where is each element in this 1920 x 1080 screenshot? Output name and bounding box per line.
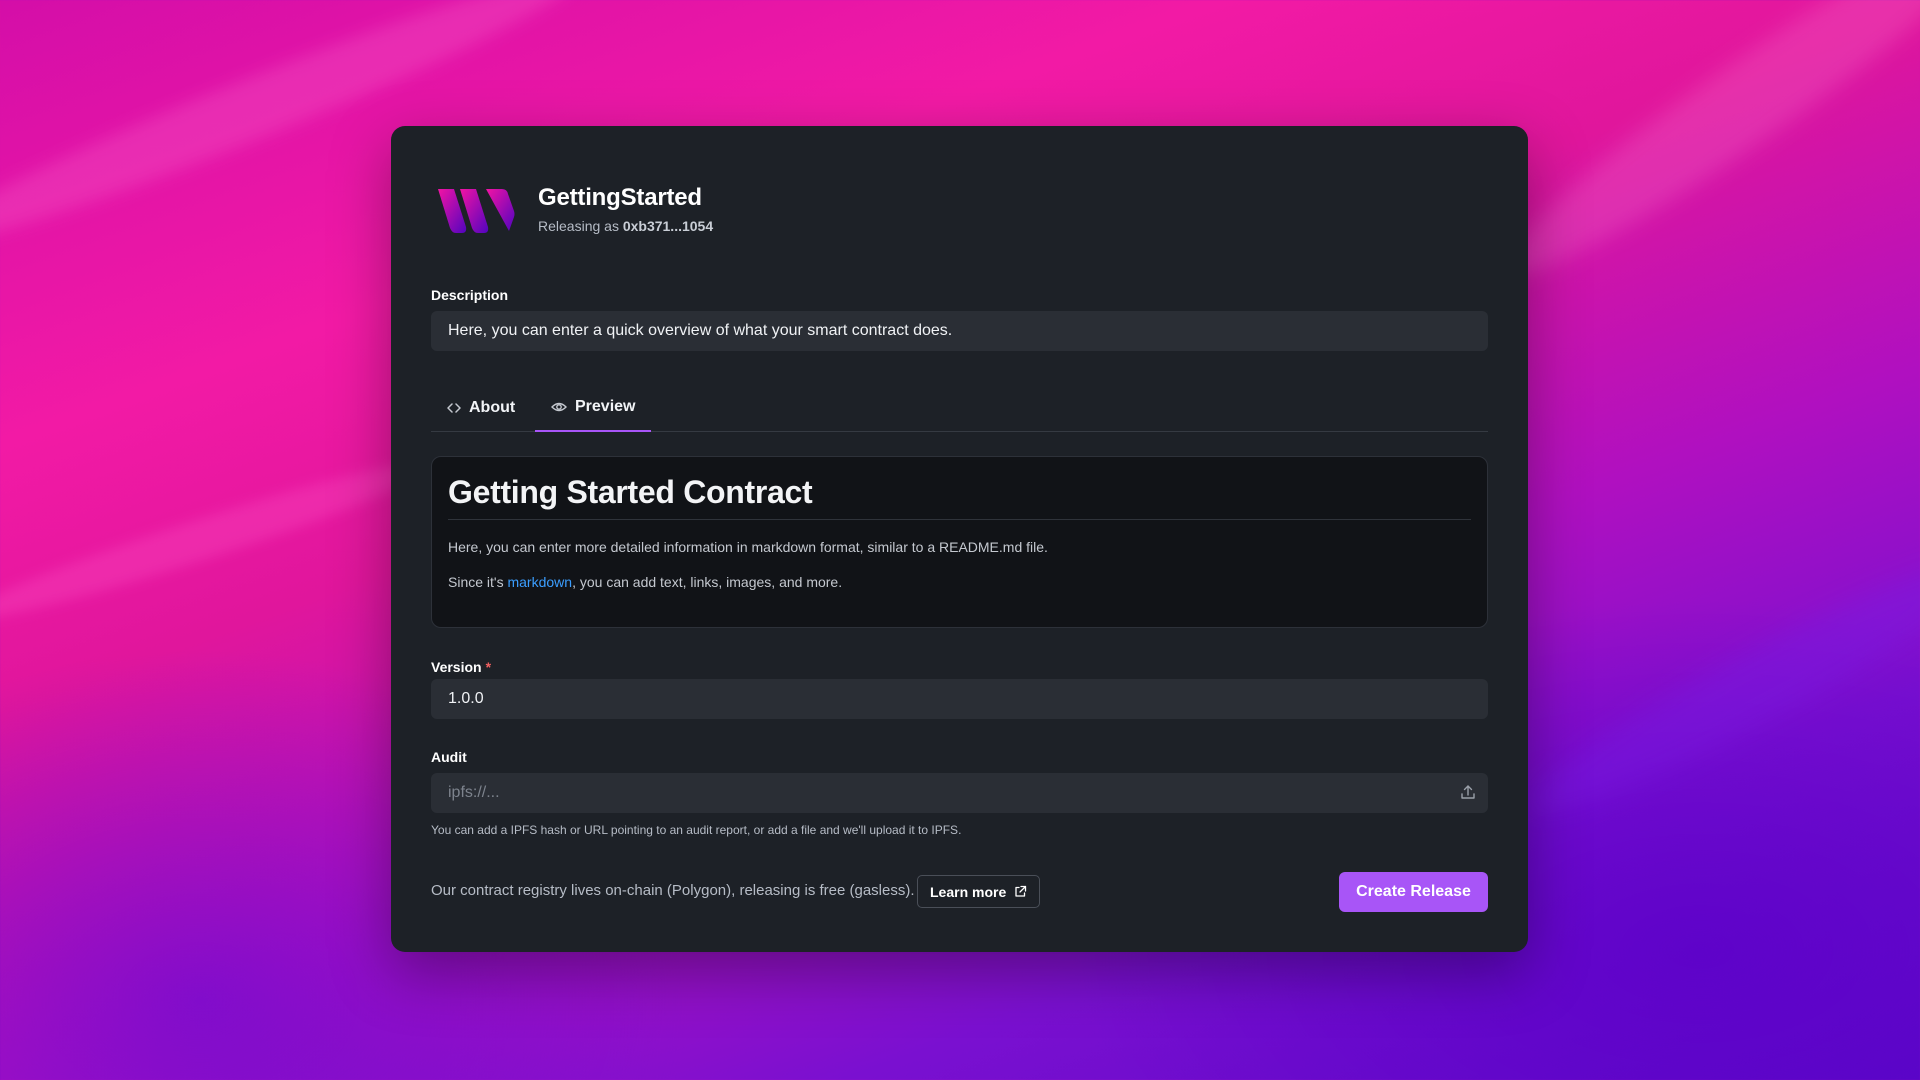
description-label: Description [431,287,509,303]
version-label: Version * [431,659,491,675]
eye-icon [551,402,567,412]
tab-preview-label: Preview [575,398,636,415]
preview-paragraph-1: Here, you can enter more detailed inform… [448,539,1048,555]
audit-label: Audit [431,749,467,765]
releasing-as: Releasing as 0xb371...1054 [538,218,713,234]
version-label-text: Version [431,659,482,675]
background-streak [0,443,444,637]
audit-input[interactable]: ipfs://... [431,773,1488,813]
registry-info-text: Our contract registry lives on-chain (Po… [431,882,915,899]
code-icon [447,403,461,413]
required-marker: * [485,659,492,675]
version-input[interactable]: 1.0.0 [431,679,1488,719]
audit-hint: You can add a IPFS hash or URL pointing … [431,823,962,837]
background-streak [1481,0,1920,305]
tab-bar: About Preview [431,384,1488,432]
tab-about[interactable]: About [431,384,531,432]
audit-placeholder: ipfs://... [448,784,500,801]
thirdweb-logo-icon [438,189,515,233]
upload-icon[interactable] [1460,784,1476,800]
markdown-preview: Getting Started Contract Here, you can e… [431,456,1488,628]
release-card: GettingStarted Releasing as 0xb371...105… [391,126,1528,952]
preview-text-before-link: Since it's [448,574,508,590]
releasing-address: 0xb371...1054 [622,218,714,234]
create-release-button[interactable]: Create Release [1339,872,1488,912]
description-input[interactable]: Here, you can enter a quick overview of … [431,311,1488,351]
contract-title: GettingStarted [538,184,702,211]
tab-about-label: About [469,399,516,416]
releasing-prefix: Releasing as [538,218,619,234]
external-link-icon [1015,885,1027,897]
learn-more-button[interactable]: Learn more [917,875,1041,908]
tab-preview[interactable]: Preview [535,384,652,432]
markdown-link[interactable]: markdown [507,574,572,590]
background-streak [1514,532,1920,838]
preview-heading: Getting Started Contract [448,474,1471,520]
preview-paragraph-2: Since it's markdown, you can add text, l… [448,574,1471,590]
preview-text-after-link: , you can add text, links, images, and m… [572,574,843,590]
card-header: GettingStarted Releasing as 0xb371...105… [436,181,713,237]
learn-more-label: Learn more [930,883,1007,900]
